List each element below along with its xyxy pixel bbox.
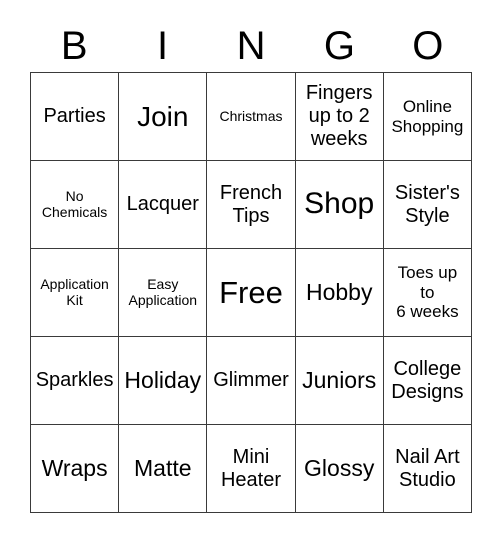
bingo-cell[interactable]: Application Kit (31, 249, 120, 337)
bingo-cell[interactable]: Online Shopping (383, 73, 472, 161)
bingo-cell[interactable]: Fingers up to 2 weeks (295, 73, 384, 161)
bingo-cell-label: Christmas (219, 107, 283, 124)
bingo-cell-label: Free (219, 274, 283, 310)
bingo-cell[interactable]: Matte (119, 425, 208, 513)
bingo-cell-label: Online Shopping (391, 97, 464, 136)
bingo-cell-label: Application Kit (40, 275, 109, 308)
header-letter-b: B (60, 24, 88, 68)
bingo-cell-label: Easy Application (128, 275, 198, 308)
bingo-cell[interactable]: No Chemicals (31, 161, 120, 249)
bingo-cell-label: Sister's Style (394, 181, 460, 227)
bingo-cell-label: French Tips (219, 181, 283, 227)
bingo-cell-label: No Chemicals (41, 187, 108, 220)
bingo-cell[interactable]: Free (207, 249, 296, 337)
bingo-cell[interactable]: Easy Application (119, 249, 208, 337)
bingo-cell[interactable]: Wraps (31, 425, 120, 513)
bingo-cell-label: Glimmer (213, 369, 289, 392)
bingo-cell[interactable]: Shop (295, 161, 384, 249)
bingo-cell[interactable]: Glossy (295, 425, 384, 513)
bingo-cell[interactable]: College Designs (383, 337, 472, 425)
bingo-grid: Parties Join Christmas Fingers up to 2 week… (30, 72, 472, 513)
bingo-cell-label: Toes up to 6 weeks (396, 263, 459, 322)
header-letter-o: O (412, 24, 444, 68)
header-letter-i: I (157, 24, 169, 68)
bingo-cell[interactable]: Join (119, 73, 208, 161)
bingo-cell[interactable]: Nail Art Studio (383, 425, 472, 513)
bingo-cell-label: Holiday (124, 367, 202, 394)
bingo-cell-label: Parties (43, 105, 106, 128)
bingo-cell[interactable]: Sister's Style (383, 161, 472, 249)
bingo-cell-label: Shop (304, 187, 375, 221)
bingo-cell-label: Fingers up to 2 weeks (305, 82, 373, 150)
bingo-header-row: B I N G O (30, 22, 472, 70)
bingo-cell[interactable]: Holiday (119, 337, 208, 425)
bingo-cell[interactable]: Parties (31, 73, 120, 161)
bingo-cell-label: College Designs (391, 357, 464, 403)
bingo-cell[interactable]: French Tips (207, 161, 296, 249)
bingo-cell-label: Nail Art Studio (395, 445, 460, 491)
bingo-cell-label: Join (137, 100, 189, 132)
bingo-cell-label: Mini Heater (220, 445, 281, 491)
bingo-cell[interactable]: Mini Heater (207, 425, 296, 513)
bingo-cell-label: Juniors (302, 367, 377, 394)
bingo-cell-label: Matte (134, 455, 192, 482)
bingo-cell[interactable]: Juniors (295, 337, 384, 425)
header-letter-n: N (236, 24, 266, 68)
bingo-cell[interactable]: Christmas (207, 73, 296, 161)
header-letter-g: G (323, 24, 355, 68)
bingo-cell-label: Lacquer (126, 193, 199, 216)
bingo-cell[interactable]: Sparkles (31, 337, 120, 425)
bingo-cell-label: Wraps (41, 455, 108, 482)
bingo-cell-label: Glossy (304, 455, 375, 482)
bingo-cell-label: Hobby (305, 279, 373, 306)
bingo-cell[interactable]: Toes up to 6 weeks (383, 249, 472, 337)
bingo-cell[interactable]: Glimmer (207, 337, 296, 425)
bingo-cell[interactable]: Lacquer (119, 161, 208, 249)
bingo-card: B I N G O Parties Join Christmas Fingers up… (0, 0, 500, 544)
bingo-cell[interactable]: Hobby (295, 249, 384, 337)
bingo-cell-label: Sparkles (35, 369, 114, 392)
